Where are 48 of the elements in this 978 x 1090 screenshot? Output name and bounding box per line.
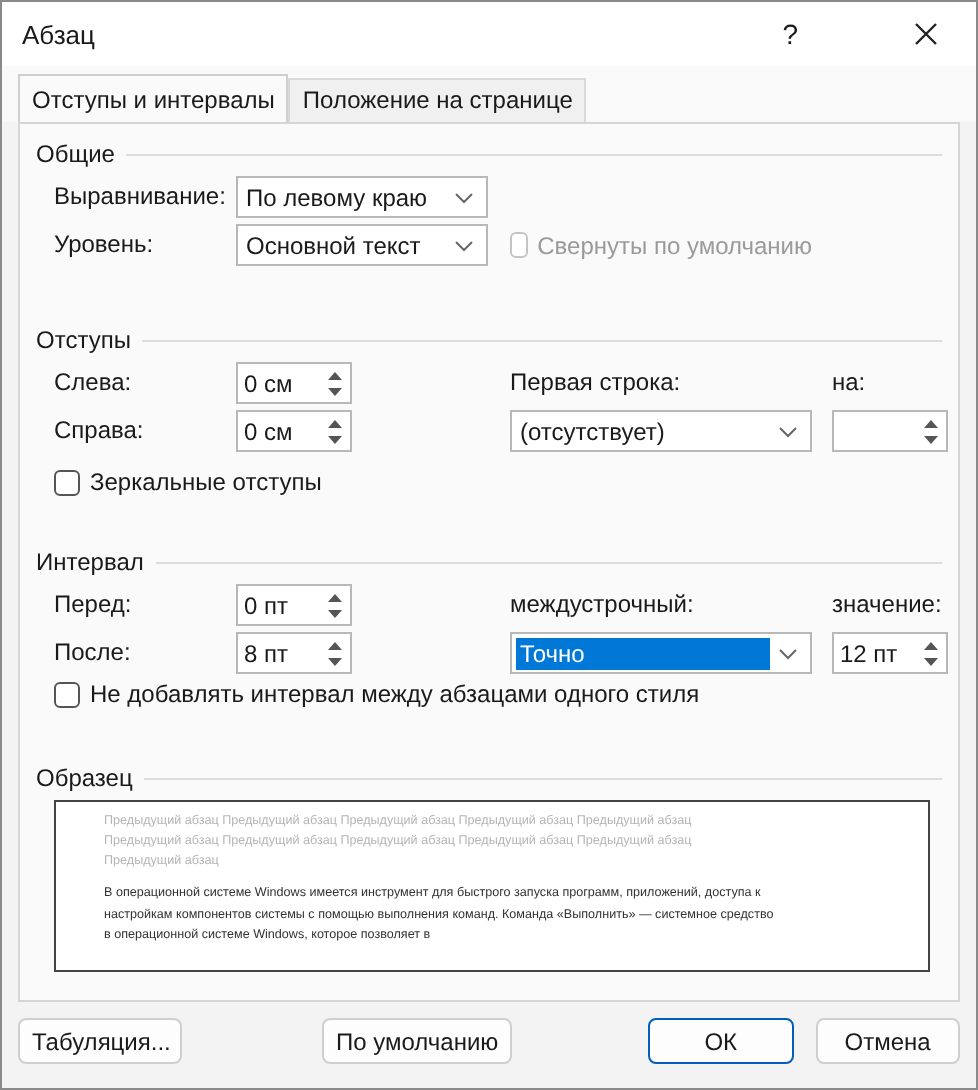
section-heading: Интервал: [36, 548, 144, 576]
field-label: Перед:: [54, 588, 134, 622]
spin-arrows-icon[interactable]: [326, 367, 344, 399]
spin-field[interactable]: 0 см: [236, 410, 352, 452]
chevron-down-icon: [778, 647, 798, 659]
checkbox-label: Зеркальные отступы: [90, 468, 322, 496]
spin-field[interactable]: 12 пт: [832, 632, 948, 674]
spin-arrows-icon[interactable]: [922, 415, 940, 447]
chevron-down-icon: [778, 425, 798, 437]
section-heading: Образец: [36, 764, 133, 792]
spin-arrows-icon[interactable]: [922, 637, 940, 669]
chevron-down-icon: [454, 191, 474, 203]
field-label: значение:: [832, 588, 944, 622]
dropdown[interactable]: По левому краю: [236, 176, 488, 218]
close-icon[interactable]: [914, 22, 938, 46]
dropdown[interactable]: Точно: [510, 632, 812, 674]
dialog-button[interactable]: Табуляция...: [18, 1018, 182, 1064]
tab[interactable]: Положение на странице: [288, 78, 587, 122]
field-label: Первая строка:: [510, 366, 683, 400]
dropdown[interactable]: (отсутствует): [510, 410, 812, 452]
spin-field[interactable]: [832, 410, 948, 452]
section-heading: Общие: [36, 140, 115, 168]
dialog-button[interactable]: Отмена: [815, 1018, 960, 1064]
dialog-button[interactable]: ОК: [648, 1018, 794, 1064]
field-label: междустрочный:: [510, 588, 696, 622]
chevron-down-icon: [454, 239, 474, 251]
spin-field[interactable]: 0 см: [236, 362, 352, 404]
help-button[interactable]: ?: [782, 18, 798, 50]
spin-field[interactable]: 0 пт: [236, 584, 352, 626]
dialog-button[interactable]: По умолчанию: [322, 1018, 513, 1064]
spin-arrows-icon[interactable]: [326, 637, 344, 669]
window-title: Абзац: [22, 19, 97, 49]
tab[interactable]: Отступы и интервалы: [18, 74, 289, 122]
section-heading: Отступы: [36, 326, 131, 354]
field-label: Уровень:: [54, 228, 156, 262]
field-label: Справа:: [54, 414, 146, 448]
checkbox-label: Не добавлять интервал между абзацами одного стиля: [90, 680, 700, 708]
checkbox[interactable]: [54, 469, 80, 495]
field-label: Слева:: [54, 366, 134, 400]
field-label: После:: [54, 636, 133, 670]
spin-arrows-icon[interactable]: [326, 589, 344, 621]
checkbox-label: Свернуты по умолчанию: [537, 231, 812, 259]
spin-field[interactable]: 8 пт: [236, 632, 352, 674]
field-label: на:: [832, 366, 868, 400]
dropdown[interactable]: Основной текст: [236, 224, 488, 266]
checkbox[interactable]: [54, 681, 80, 707]
field-label: Выравнивание:: [54, 180, 228, 214]
spin-arrows-icon[interactable]: [326, 415, 344, 447]
